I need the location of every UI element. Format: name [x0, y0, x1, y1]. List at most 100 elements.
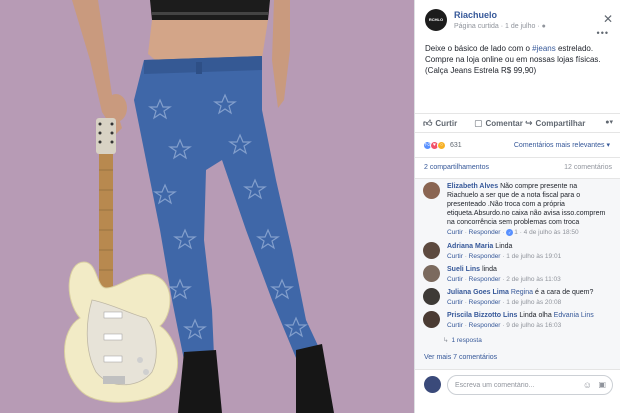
comment-text: Linda: [495, 243, 513, 250]
comment-body: Elizabeth Alves Não compre presente na Ri…: [447, 182, 617, 238]
comment-composer: ☺ ▣: [415, 369, 620, 413]
comment-author[interactable]: Adriana Maria: [447, 243, 493, 250]
view-more-comments-link[interactable]: Ver mais 7 comentários: [424, 354, 497, 361]
page-name-link[interactable]: Riachuelo: [454, 10, 497, 20]
comment-time[interactable]: 1 de julho às 20:08: [506, 299, 561, 306]
post-panel: RCHLO Riachuelo Página curtida · 1 de ju…: [414, 0, 620, 413]
comment-text: Linda olha: [519, 312, 552, 319]
comment-time[interactable]: 9 de julho às 16:03: [506, 322, 561, 329]
comment-text: presenteado .Não troca com a própria: [447, 201, 565, 208]
post-text-part: Deixe o básico de lado com o: [425, 44, 533, 53]
comment-text: Não compre presente na: [500, 183, 578, 190]
post-text-line-3: (Calça Jeans Estrela R$ 99,90): [425, 66, 537, 75]
comment-like-link[interactable]: Curtir: [447, 276, 463, 283]
comment-body: Priscila Bizzotto Lins Linda olha Edvania…: [447, 311, 617, 331]
comment-author[interactable]: Sueli Lins: [447, 266, 480, 273]
like-mini-icon: ✓: [506, 229, 514, 236]
view-replies-link[interactable]: ↳ 1 resposta: [443, 336, 482, 344]
like-label: Curtir: [435, 119, 458, 128]
comment-reply-link[interactable]: Responder: [469, 299, 501, 306]
page-logo-text: RCHLO: [428, 16, 444, 22]
thumbs-up-icon: 👍︎: [423, 118, 433, 128]
comment-like-link[interactable]: Curtir: [447, 322, 463, 329]
comment-like-count[interactable]: ✓ 1: [506, 227, 518, 238]
comment-meta: Curtir · Responder · 9 de julho às 16:03: [447, 322, 562, 329]
comment-body: Sueli Lins linda Curtir · Responder · 2 d…: [447, 265, 617, 285]
page-liked-label: Página curtida: [454, 23, 499, 30]
comment-reply-link[interactable]: Responder: [469, 276, 501, 283]
comment-reply-link[interactable]: Responder: [469, 322, 501, 329]
comment-button[interactable]: ▢ Comentar: [474, 118, 523, 129]
comment-author[interactable]: Juliana Goes Lima: [447, 289, 509, 296]
post-text-line-2: Compre na loja online ou em nossas lojas…: [425, 55, 601, 64]
comment-like-link[interactable]: Curtir: [447, 253, 463, 260]
speech-bubble-icon: ▢: [474, 118, 483, 128]
post-text-part: estrelado.: [555, 44, 594, 53]
avatar[interactable]: [423, 182, 440, 199]
comment-author[interactable]: Priscila Bizzotto Lins: [447, 312, 517, 319]
close-icon[interactable]: ✕: [603, 13, 613, 25]
avatar[interactable]: [423, 288, 440, 305]
post-meta: Página curtida · 1 de julho · ●: [454, 23, 546, 30]
post-stats: 2 compartilhamentos 12 comentários: [415, 157, 620, 177]
comment-mention[interactable]: Edvania Lins: [554, 312, 594, 319]
wow-reaction-icon: ○: [437, 140, 446, 150]
hashtag-link[interactable]: #jeans: [532, 44, 556, 53]
reaction-count: 631: [450, 141, 462, 149]
comment-sort-label: Comentários mais relevantes: [513, 142, 605, 149]
post-date[interactable]: 1 de julho: [505, 23, 535, 30]
comments-count[interactable]: 12 comentários: [564, 164, 612, 171]
comment-mention[interactable]: Regina: [511, 289, 533, 296]
avatar[interactable]: [423, 265, 440, 282]
comment-reply-link[interactable]: Responder: [469, 253, 501, 260]
comment-first-line: Adriana Maria Linda: [447, 242, 617, 251]
comment-time[interactable]: 4 de julho às 18:50: [524, 229, 579, 236]
sticker-icon[interactable]: ▣: [598, 380, 606, 389]
comment-text: linda: [482, 266, 497, 273]
reactions-summary[interactable]: 👍︎ ♥ ○ 631: [423, 139, 462, 151]
comment-text: na concorrência sem problemas com troca: [447, 219, 580, 226]
post-header: RCHLO Riachuelo Página curtida · 1 de ju…: [415, 0, 620, 40]
comment-like-number: 1: [514, 229, 518, 236]
comment-text: etiqueta.Absurdo.no caixa não avisa isso…: [447, 210, 606, 217]
comment-input[interactable]: [455, 379, 575, 392]
post-actions-bar: 👍︎ Curtir ▢ Comentar ↪ Compartilhar ● ▾: [415, 113, 620, 133]
post-text: Deixe o básico de lado com o #jeans estr…: [425, 43, 615, 76]
post-as-selector[interactable]: ● ▾: [605, 118, 613, 127]
avatar[interactable]: [423, 242, 440, 259]
comment-text: Riachuelo a ser que de a nota fiscal par…: [447, 192, 581, 199]
comment-reply-link[interactable]: Responder: [469, 229, 501, 236]
comment-like-link[interactable]: Curtir: [447, 229, 463, 236]
post-photo[interactable]: [0, 0, 414, 413]
comment-author[interactable]: Elizabeth Alves: [447, 183, 498, 190]
comment-time[interactable]: 2 de julho às 11:03: [506, 276, 560, 283]
avatar[interactable]: [423, 311, 440, 328]
page-avatar[interactable]: RCHLO: [425, 9, 447, 31]
comment-meta: Curtir · Responder · ✓ 1 · 4 de julho às …: [447, 227, 579, 238]
comment-meta: Curtir · Responder · 2 de julho às 11:03: [447, 276, 561, 283]
reply-arrow-icon: ↳: [443, 337, 449, 344]
jeans-model-photo: [0, 0, 414, 413]
avatar[interactable]: [424, 376, 441, 393]
post-text-line-1: Deixe o básico de lado com o #jeans estr…: [425, 43, 615, 54]
comment-body: Juliana Goes Lima Regina é a cara de quem…: [447, 288, 617, 308]
comment-first-line: Priscila Bizzotto Lins Linda olha Edvania…: [447, 311, 617, 320]
like-button[interactable]: 👍︎ Curtir: [423, 118, 457, 129]
comment-meta: Curtir · Responder · 1 de julho às 19:01: [447, 253, 562, 260]
comment-sort-dropdown[interactable]: Comentários mais relevantes ▾: [514, 141, 610, 149]
share-button[interactable]: ↪ Compartilhar: [525, 118, 585, 129]
comment-text: é a cara de quem?: [535, 289, 594, 296]
comment-time[interactable]: 1 de julho às 19:01: [506, 253, 561, 260]
caret-down-icon: ▾: [606, 142, 610, 149]
comments-section: Elizabeth Alves Não compre presente na Ri…: [415, 178, 620, 374]
chevron-down-icon: ▾: [609, 119, 613, 126]
share-label: Compartilhar: [535, 119, 586, 128]
comment-first-line: Elizabeth Alves Não compre presente na: [447, 182, 617, 191]
emoji-icon[interactable]: ☺: [583, 380, 592, 390]
comment-like-link[interactable]: Curtir: [447, 299, 463, 306]
shares-count-link[interactable]: 2 compartilhamentos: [424, 164, 489, 171]
comment-input-box[interactable]: ☺ ▣: [447, 375, 613, 395]
more-options-icon[interactable]: •••: [597, 28, 609, 38]
share-arrow-icon: ↪: [525, 118, 533, 128]
comment-body: Adriana Maria Linda Curtir · Responder · …: [447, 242, 617, 262]
